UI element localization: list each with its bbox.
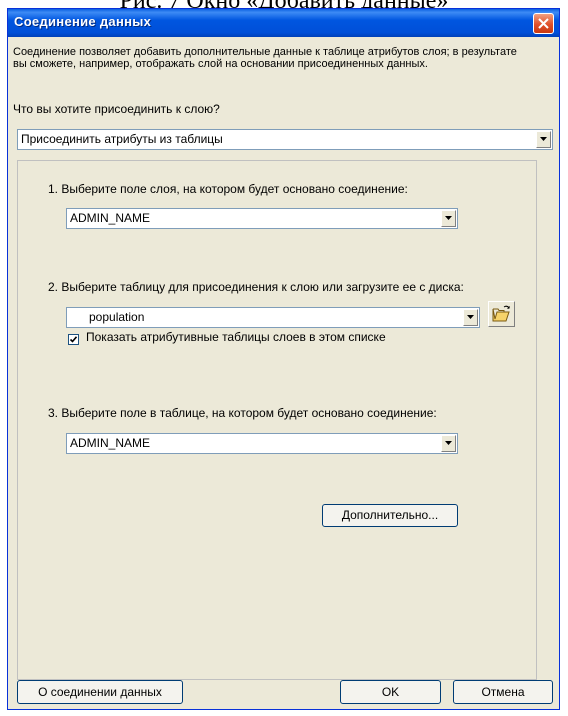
join-type-select[interactable]: Присоединить атрибуты из таблицы [17, 129, 553, 150]
layer-field-dropdown-arrow[interactable] [441, 210, 456, 227]
chevron-down-icon [540, 137, 547, 141]
table-field-select[interactable]: ADMIN_NAME [66, 433, 458, 454]
show-layer-tables-checkbox[interactable] [68, 334, 79, 345]
cancel-button[interactable]: Отмена [453, 680, 553, 704]
about-joining-button[interactable]: О соединении данных [17, 680, 183, 704]
join-question-label: Что вы хотите присоединить к слою? [13, 102, 220, 116]
close-x-icon [538, 18, 549, 29]
dialog-description: Соединение позволяет добавить дополнител… [13, 46, 517, 70]
cancel-button-label: Отмена [481, 685, 525, 699]
show-layer-tables-label[interactable]: Показать атрибутивные таблицы слоев в эт… [86, 330, 386, 344]
step2-label: 2. Выберите таблицу для присоединения к … [48, 280, 464, 294]
join-table-dropdown-arrow[interactable] [463, 309, 478, 326]
chevron-down-icon [445, 216, 452, 220]
join-type-value: Присоединить атрибуты из таблицы [21, 132, 223, 146]
browse-table-button[interactable] [488, 301, 515, 327]
title-bar[interactable]: Соединение данных [8, 9, 559, 37]
layer-field-value: ADMIN_NAME [70, 211, 151, 225]
about-joining-button-label: О соединении данных [38, 685, 162, 699]
layer-field-select[interactable]: ADMIN_NAME [66, 208, 458, 229]
join-table-value: population [89, 310, 145, 324]
advanced-button-label: Дополнительно... [341, 508, 439, 522]
join-type-dropdown-arrow[interactable] [536, 131, 551, 148]
dialog-title: Соединение данных [14, 14, 152, 29]
ok-button[interactable]: OK [340, 680, 441, 704]
step3-label: 3. Выберите поле в таблице, на котором б… [48, 406, 437, 420]
close-button[interactable] [533, 13, 554, 34]
join-options-group [17, 160, 537, 680]
chevron-down-icon [467, 315, 474, 319]
chevron-down-icon [445, 441, 452, 445]
join-table-select[interactable]: population [66, 307, 480, 328]
table-field-value: ADMIN_NAME [70, 436, 151, 450]
table-field-dropdown-arrow[interactable] [441, 435, 456, 452]
checkmark-icon [69, 336, 78, 343]
ok-button-label: OK [381, 685, 400, 699]
advanced-button[interactable]: Дополнительно... [322, 504, 458, 527]
open-folder-icon [492, 305, 510, 322]
step1-label: 1. Выберите поле слоя, на котором будет … [48, 182, 408, 196]
